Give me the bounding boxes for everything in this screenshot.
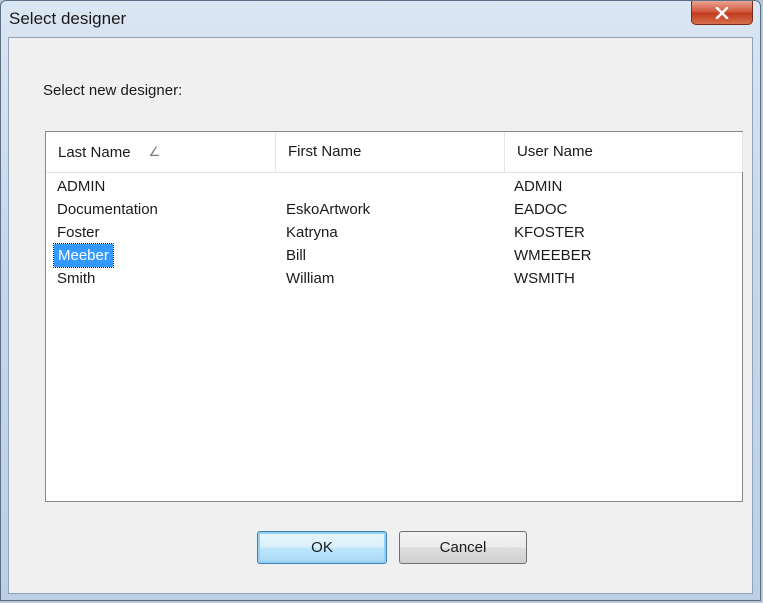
close-icon: [715, 6, 729, 19]
cell-user-name: WSMITH: [514, 270, 575, 287]
column-header-label: User Name: [517, 143, 593, 160]
close-button[interactable]: [691, 1, 753, 25]
column-header-first-name[interactable]: First Name: [276, 132, 505, 172]
title-bar[interactable]: Select designer: [1, 1, 760, 37]
list-rows: ADMIN ADMIN Documentation EskoArtwork EA…: [46, 175, 742, 290]
column-header-last-name[interactable]: Last Name ∠: [46, 132, 276, 172]
column-header-user-name[interactable]: User Name: [505, 132, 743, 172]
list-row[interactable]: Smith William WSMITH: [46, 267, 742, 290]
list-row[interactable]: Documentation EskoArtwork EADOC: [46, 198, 742, 221]
list-row[interactable]: Foster Katryna KFOSTER: [46, 221, 742, 244]
window-title: Select designer: [9, 9, 127, 28]
cancel-button[interactable]: Cancel: [399, 531, 527, 564]
cell-last-name: Meeber: [53, 243, 114, 268]
cell-last-name: Documentation: [57, 201, 158, 218]
list-row-selected[interactable]: Meeber Bill WMEEBER: [46, 243, 742, 268]
dialog-window: Select designer Select new designer: Las…: [0, 0, 761, 601]
prompt-label: Select new designer:: [43, 82, 183, 99]
ok-button[interactable]: OK: [257, 531, 387, 564]
cell-first-name: EskoArtwork: [286, 201, 371, 218]
cell-user-name: WMEEBER: [514, 247, 592, 264]
column-header-label: Last Name: [58, 144, 131, 161]
sort-indicator-icon: ∠: [148, 144, 161, 159]
cell-first-name: Bill: [286, 247, 307, 264]
list-header: Last Name ∠ First Name User Name: [46, 132, 743, 173]
list-row[interactable]: ADMIN ADMIN: [46, 175, 742, 198]
cell-first-name: Katryna: [286, 224, 338, 241]
cell-last-name: Foster: [57, 224, 100, 241]
cell-user-name: ADMIN: [514, 178, 563, 195]
cell-user-name: KFOSTER: [514, 224, 585, 241]
cell-last-name: ADMIN: [57, 178, 106, 195]
column-header-label: First Name: [288, 143, 362, 160]
dialog-body: Select new designer: Last Name ∠ First Na…: [8, 37, 753, 594]
designer-list[interactable]: Last Name ∠ First Name User Name ADMIN AD…: [45, 131, 743, 502]
cell-first-name: William: [286, 270, 335, 287]
cell-user-name: EADOC: [514, 201, 568, 218]
cell-last-name: Smith: [57, 270, 96, 287]
